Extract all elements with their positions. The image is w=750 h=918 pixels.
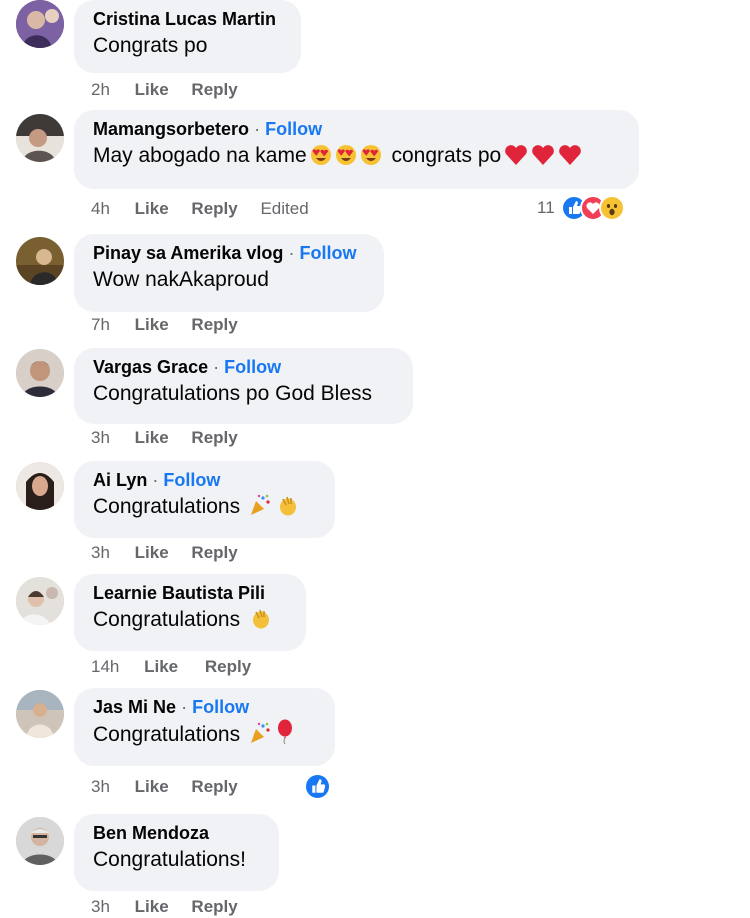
reply-button[interactable]: Reply <box>191 427 237 449</box>
comment-bubble: Cristina Lucas Martin Congrats po <box>74 0 301 73</box>
follow-button[interactable]: Follow <box>224 357 281 377</box>
like-button[interactable]: Like <box>135 776 169 798</box>
comment-actions: 3h Like Reply <box>91 776 238 798</box>
follow-button[interactable]: Follow <box>265 119 322 139</box>
author-name[interactable]: Cristina Lucas Martin <box>93 9 276 29</box>
avatar[interactable] <box>16 0 64 48</box>
avatar[interactable] <box>16 237 64 285</box>
separator-dot: · <box>213 357 220 377</box>
comment-text: Congratulations po God Bless <box>93 382 372 405</box>
heart-eyes-emoji-icon <box>360 144 382 175</box>
author-name[interactable]: Jas Mi Ne <box>93 697 176 717</box>
comment-text-part: Congratulations <box>93 495 241 518</box>
party-popper-icon <box>248 721 272 754</box>
avatar[interactable] <box>16 817 64 865</box>
separator-dot: · <box>254 119 261 139</box>
separator-dot: · <box>181 697 188 717</box>
comment-text: Congratulations! <box>93 848 246 871</box>
reaction-count: 11 <box>537 198 555 217</box>
red-heart-icon <box>558 144 582 175</box>
comment-bubble: Jas Mi Ne · Follow Congratulations <box>74 688 335 766</box>
avatar[interactable] <box>16 577 64 625</box>
like-button[interactable]: Like <box>135 198 169 220</box>
avatar[interactable] <box>16 349 64 397</box>
follow-button[interactable]: Follow <box>299 243 356 263</box>
author-name[interactable]: Ai Lyn <box>93 470 147 490</box>
comment-actions: 14h Like Reply <box>91 656 251 678</box>
follow-button[interactable]: Follow <box>192 697 249 717</box>
author-name[interactable]: Ben Mendoza <box>93 823 209 843</box>
comment-text: Congrats po <box>93 34 208 57</box>
like-button[interactable]: Like <box>144 656 178 678</box>
avatar[interactable] <box>16 114 64 162</box>
author-name[interactable]: Vargas Grace <box>93 357 208 377</box>
clapping-hands-icon <box>275 493 299 526</box>
comment-time[interactable]: 7h <box>91 314 110 336</box>
comment-bubble: Learnie Bautista Pili Congratulations <box>74 574 306 651</box>
heart-eyes-emoji-icon <box>310 144 332 175</box>
reply-button[interactable]: Reply <box>191 314 237 336</box>
comment-text: Wow nakAkaproud <box>93 268 269 291</box>
heart-eyes-emoji-icon <box>335 144 357 175</box>
comment-bubble: Ben Mendoza Congratulations! <box>74 814 279 891</box>
reply-button[interactable]: Reply <box>191 542 237 564</box>
reply-button[interactable]: Reply <box>191 79 237 101</box>
wow-reaction-icon <box>599 195 626 221</box>
clapping-hands-icon <box>248 606 272 639</box>
comment-time[interactable]: 14h <box>91 656 119 678</box>
follow-button[interactable]: Follow <box>163 470 220 490</box>
comment-text-part: Congratulations <box>93 608 241 631</box>
comment-bubble: Vargas Grace · Follow Congratulations po… <box>74 348 413 424</box>
comment-text-part: May abogado na kame <box>93 144 307 167</box>
avatar[interactable] <box>16 462 64 510</box>
comment-actions: 4h Like Reply Edited <box>91 198 309 220</box>
red-heart-icon <box>504 144 528 175</box>
comment-bubble: Mamangsorbetero · Follow May abogado na … <box>74 110 639 189</box>
comment-time[interactable]: 3h <box>91 896 110 918</box>
comment-time[interactable]: 3h <box>91 542 110 564</box>
avatar[interactable] <box>16 690 64 738</box>
party-popper-icon <box>248 493 272 526</box>
comment-bubble: Pinay sa Amerika vlog · Follow Wow nakAk… <box>74 234 384 312</box>
comment-text: Congratulations <box>93 492 316 526</box>
author-name[interactable]: Pinay sa Amerika vlog <box>93 243 283 263</box>
reaction-summary[interactable]: 11 <box>537 195 626 221</box>
comment-actions: 3h Like Reply <box>91 896 238 918</box>
edited-label[interactable]: Edited <box>260 198 308 220</box>
comment-text: May abogado na kame congrats po <box>93 141 620 175</box>
author-name[interactable]: Mamangsorbetero <box>93 119 249 139</box>
comment-actions: 7h Like Reply <box>91 314 238 336</box>
comment-actions: 3h Like Reply <box>91 427 238 449</box>
like-button[interactable]: Like <box>135 79 169 101</box>
like-button[interactable]: Like <box>135 427 169 449</box>
reply-button[interactable]: Reply <box>191 198 237 220</box>
red-heart-icon <box>531 144 555 175</box>
balloon-icon <box>275 719 295 754</box>
comment-text: Congratulations <box>93 719 316 754</box>
reply-button[interactable]: Reply <box>191 896 237 918</box>
comment-time[interactable]: 4h <box>91 198 110 220</box>
comment-time[interactable]: 2h <box>91 79 110 101</box>
reply-button[interactable]: Reply <box>191 776 237 798</box>
comment-actions: 3h Like Reply <box>91 542 238 564</box>
author-name[interactable]: Learnie Bautista Pili <box>93 583 265 603</box>
comment-text-part: congrats po <box>385 144 502 167</box>
comment-text-part: Congratulations <box>93 723 241 746</box>
comment-time[interactable]: 3h <box>91 427 110 449</box>
reply-button[interactable]: Reply <box>205 656 251 678</box>
separator-dot: · <box>152 470 159 490</box>
comment-time[interactable]: 3h <box>91 776 110 798</box>
like-button[interactable]: Like <box>135 896 169 918</box>
comment-text: Congratulations <box>93 605 287 639</box>
comment-bubble: Ai Lyn · Follow Congratulations <box>74 461 335 538</box>
like-button[interactable]: Like <box>135 542 169 564</box>
like-button[interactable]: Like <box>135 314 169 336</box>
separator-dot: · <box>288 243 295 263</box>
comment-actions: 2h Like Reply <box>91 79 238 101</box>
like-reaction-icon[interactable] <box>304 773 331 800</box>
